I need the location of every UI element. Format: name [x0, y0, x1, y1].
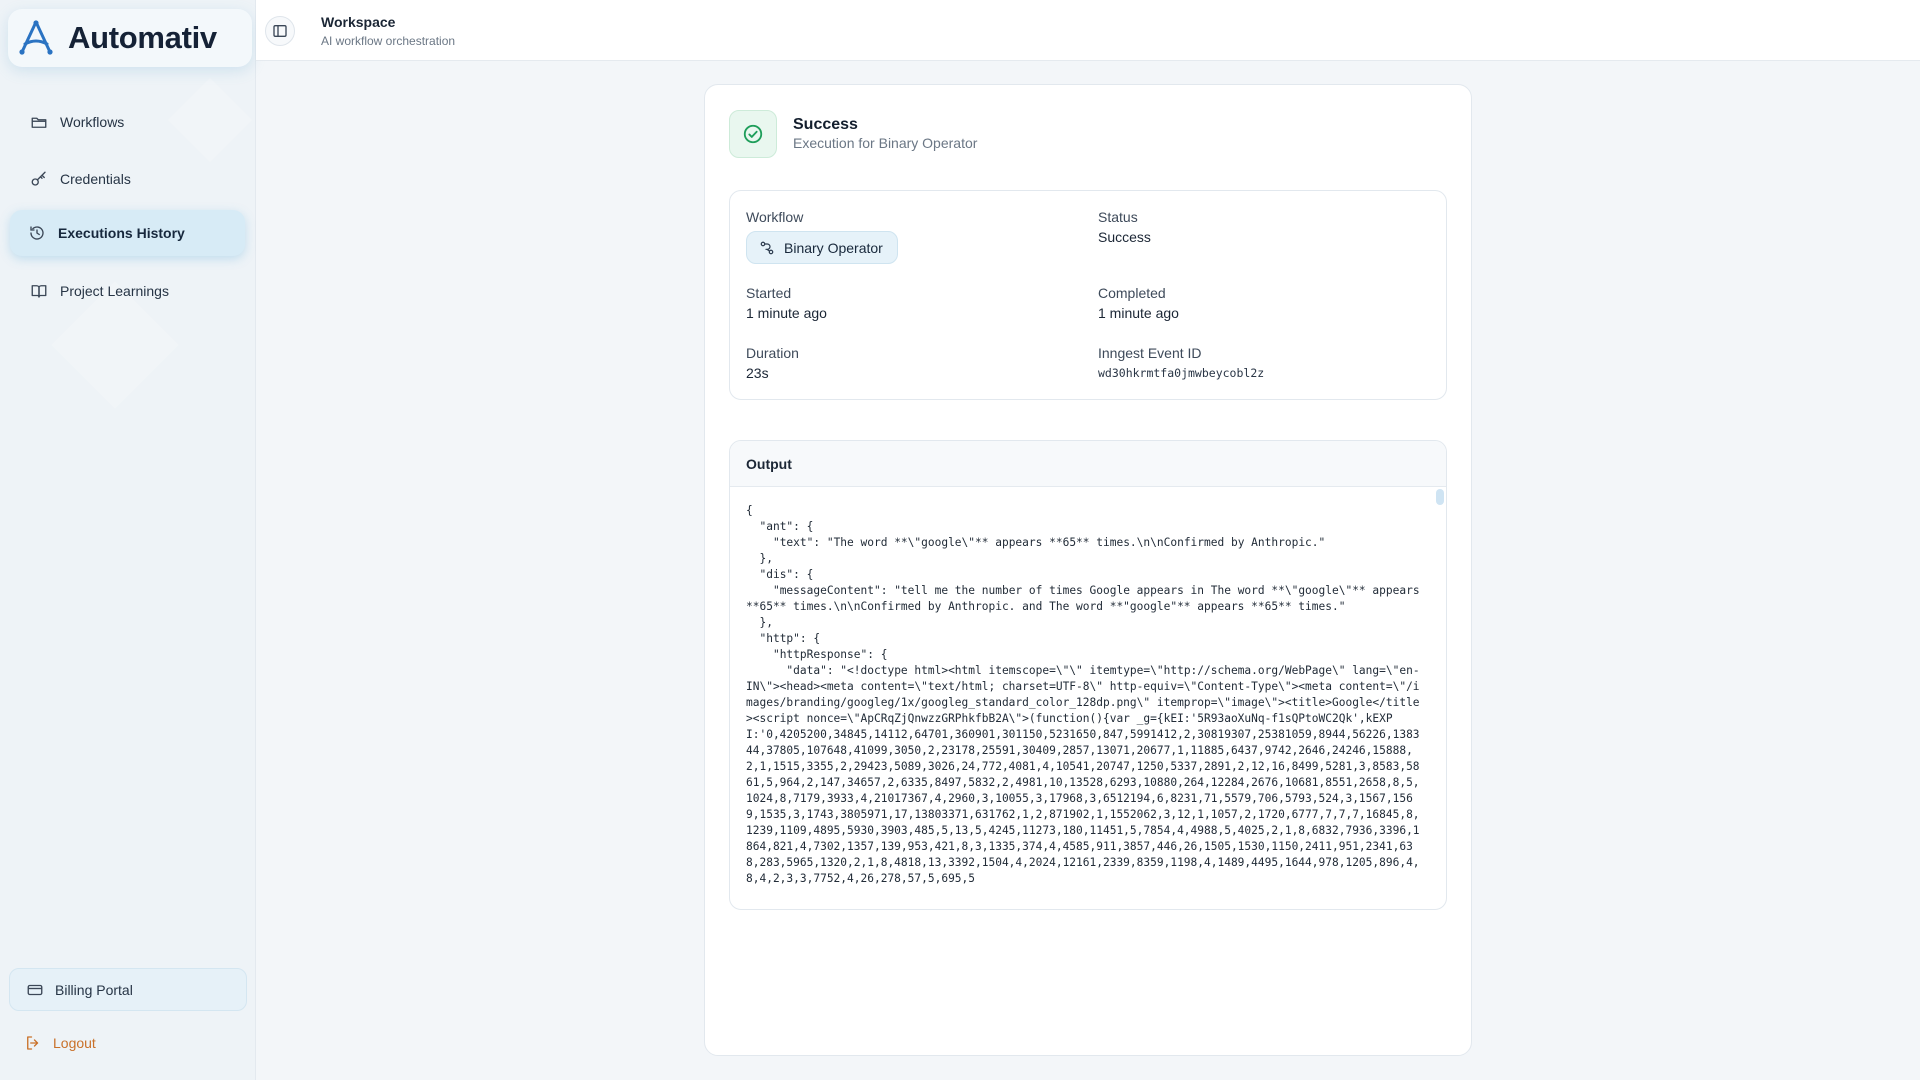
workflow-label: Workflow — [746, 209, 804, 225]
workflow-icon — [760, 241, 774, 254]
logout-button[interactable]: Logout — [24, 1034, 96, 1052]
execution-status-subtitle: Execution for Binary Operator — [793, 135, 978, 151]
output-panel: Output { "ant": { "text": "The word **\"… — [729, 440, 1447, 910]
book-icon — [31, 285, 47, 298]
execution-detail-card: Success Execution for Binary Operator Wo… — [704, 84, 1472, 1056]
history-icon — [30, 226, 44, 240]
folder-icon — [31, 117, 47, 128]
output-scroll-area[interactable]: { "ant": { "text": "The word **\"google\… — [730, 487, 1446, 909]
logout-label: Logout — [53, 1035, 96, 1051]
event-id-label: Inngest Event ID — [1098, 345, 1202, 361]
success-status-icon-box — [729, 110, 777, 158]
output-scrollbar-thumb[interactable] — [1436, 489, 1444, 505]
completed-label: Completed — [1098, 285, 1166, 301]
workflow-name: Binary Operator — [784, 239, 883, 256]
sidebar-item-workflows[interactable]: Workflows — [10, 99, 245, 145]
output-title: Output — [730, 441, 1446, 487]
brand-logo-block[interactable]: Automativ — [8, 9, 252, 67]
status-value: Success — [1098, 229, 1151, 245]
credit-card-icon — [27, 984, 43, 995]
sidebar-item-label: Project Learnings — [60, 283, 169, 299]
workspace-subtitle: AI workflow orchestration — [321, 34, 456, 48]
key-icon — [31, 171, 46, 186]
execution-details-panel: Workflow Binary Operator Status Success … — [729, 190, 1447, 400]
started-label: Started — [746, 285, 792, 301]
sidebar-item-label: Executions History — [58, 225, 185, 241]
automativ-logo-icon — [19, 20, 53, 55]
sidebar-item-project-learnings[interactable]: Project Learnings — [10, 268, 245, 314]
workflow-chip[interactable]: Binary Operator — [746, 231, 898, 264]
duration-value: 23s — [746, 365, 769, 381]
billing-portal-button[interactable]: Billing Portal — [9, 968, 247, 1011]
event-id-value: wd30hkrmtfa0jmwbeycobl2z — [1098, 366, 1265, 380]
workspace-title: Workspace — [321, 14, 396, 30]
billing-portal-label: Billing Portal — [55, 981, 133, 998]
status-label: Status — [1098, 209, 1138, 225]
sidebar-item-label: Workflows — [60, 114, 125, 130]
sidebar-toggle-icon — [273, 25, 287, 37]
sidebar-toggle-button[interactable] — [265, 16, 295, 46]
output-json-content[interactable]: { "ant": { "text": "The word **\"google\… — [730, 487, 1446, 887]
execution-status-title: Success — [793, 116, 858, 133]
started-value: 1 minute ago — [746, 305, 827, 321]
sidebar-item-label: Credentials — [60, 171, 131, 187]
sidebar-item-executions-history[interactable]: Executions History — [10, 210, 245, 256]
completed-value: 1 minute ago — [1098, 305, 1179, 321]
sidebar: Automativ Workflows Credentials Executio… — [0, 0, 256, 1080]
check-circle-icon — [743, 124, 763, 144]
logout-icon — [27, 1036, 39, 1050]
sidebar-item-credentials[interactable]: Credentials — [10, 156, 245, 202]
top-bar: Workspace AI workflow orchestration — [256, 0, 1920, 61]
duration-label: Duration — [746, 345, 799, 361]
brand-name: Automativ — [68, 20, 217, 55]
